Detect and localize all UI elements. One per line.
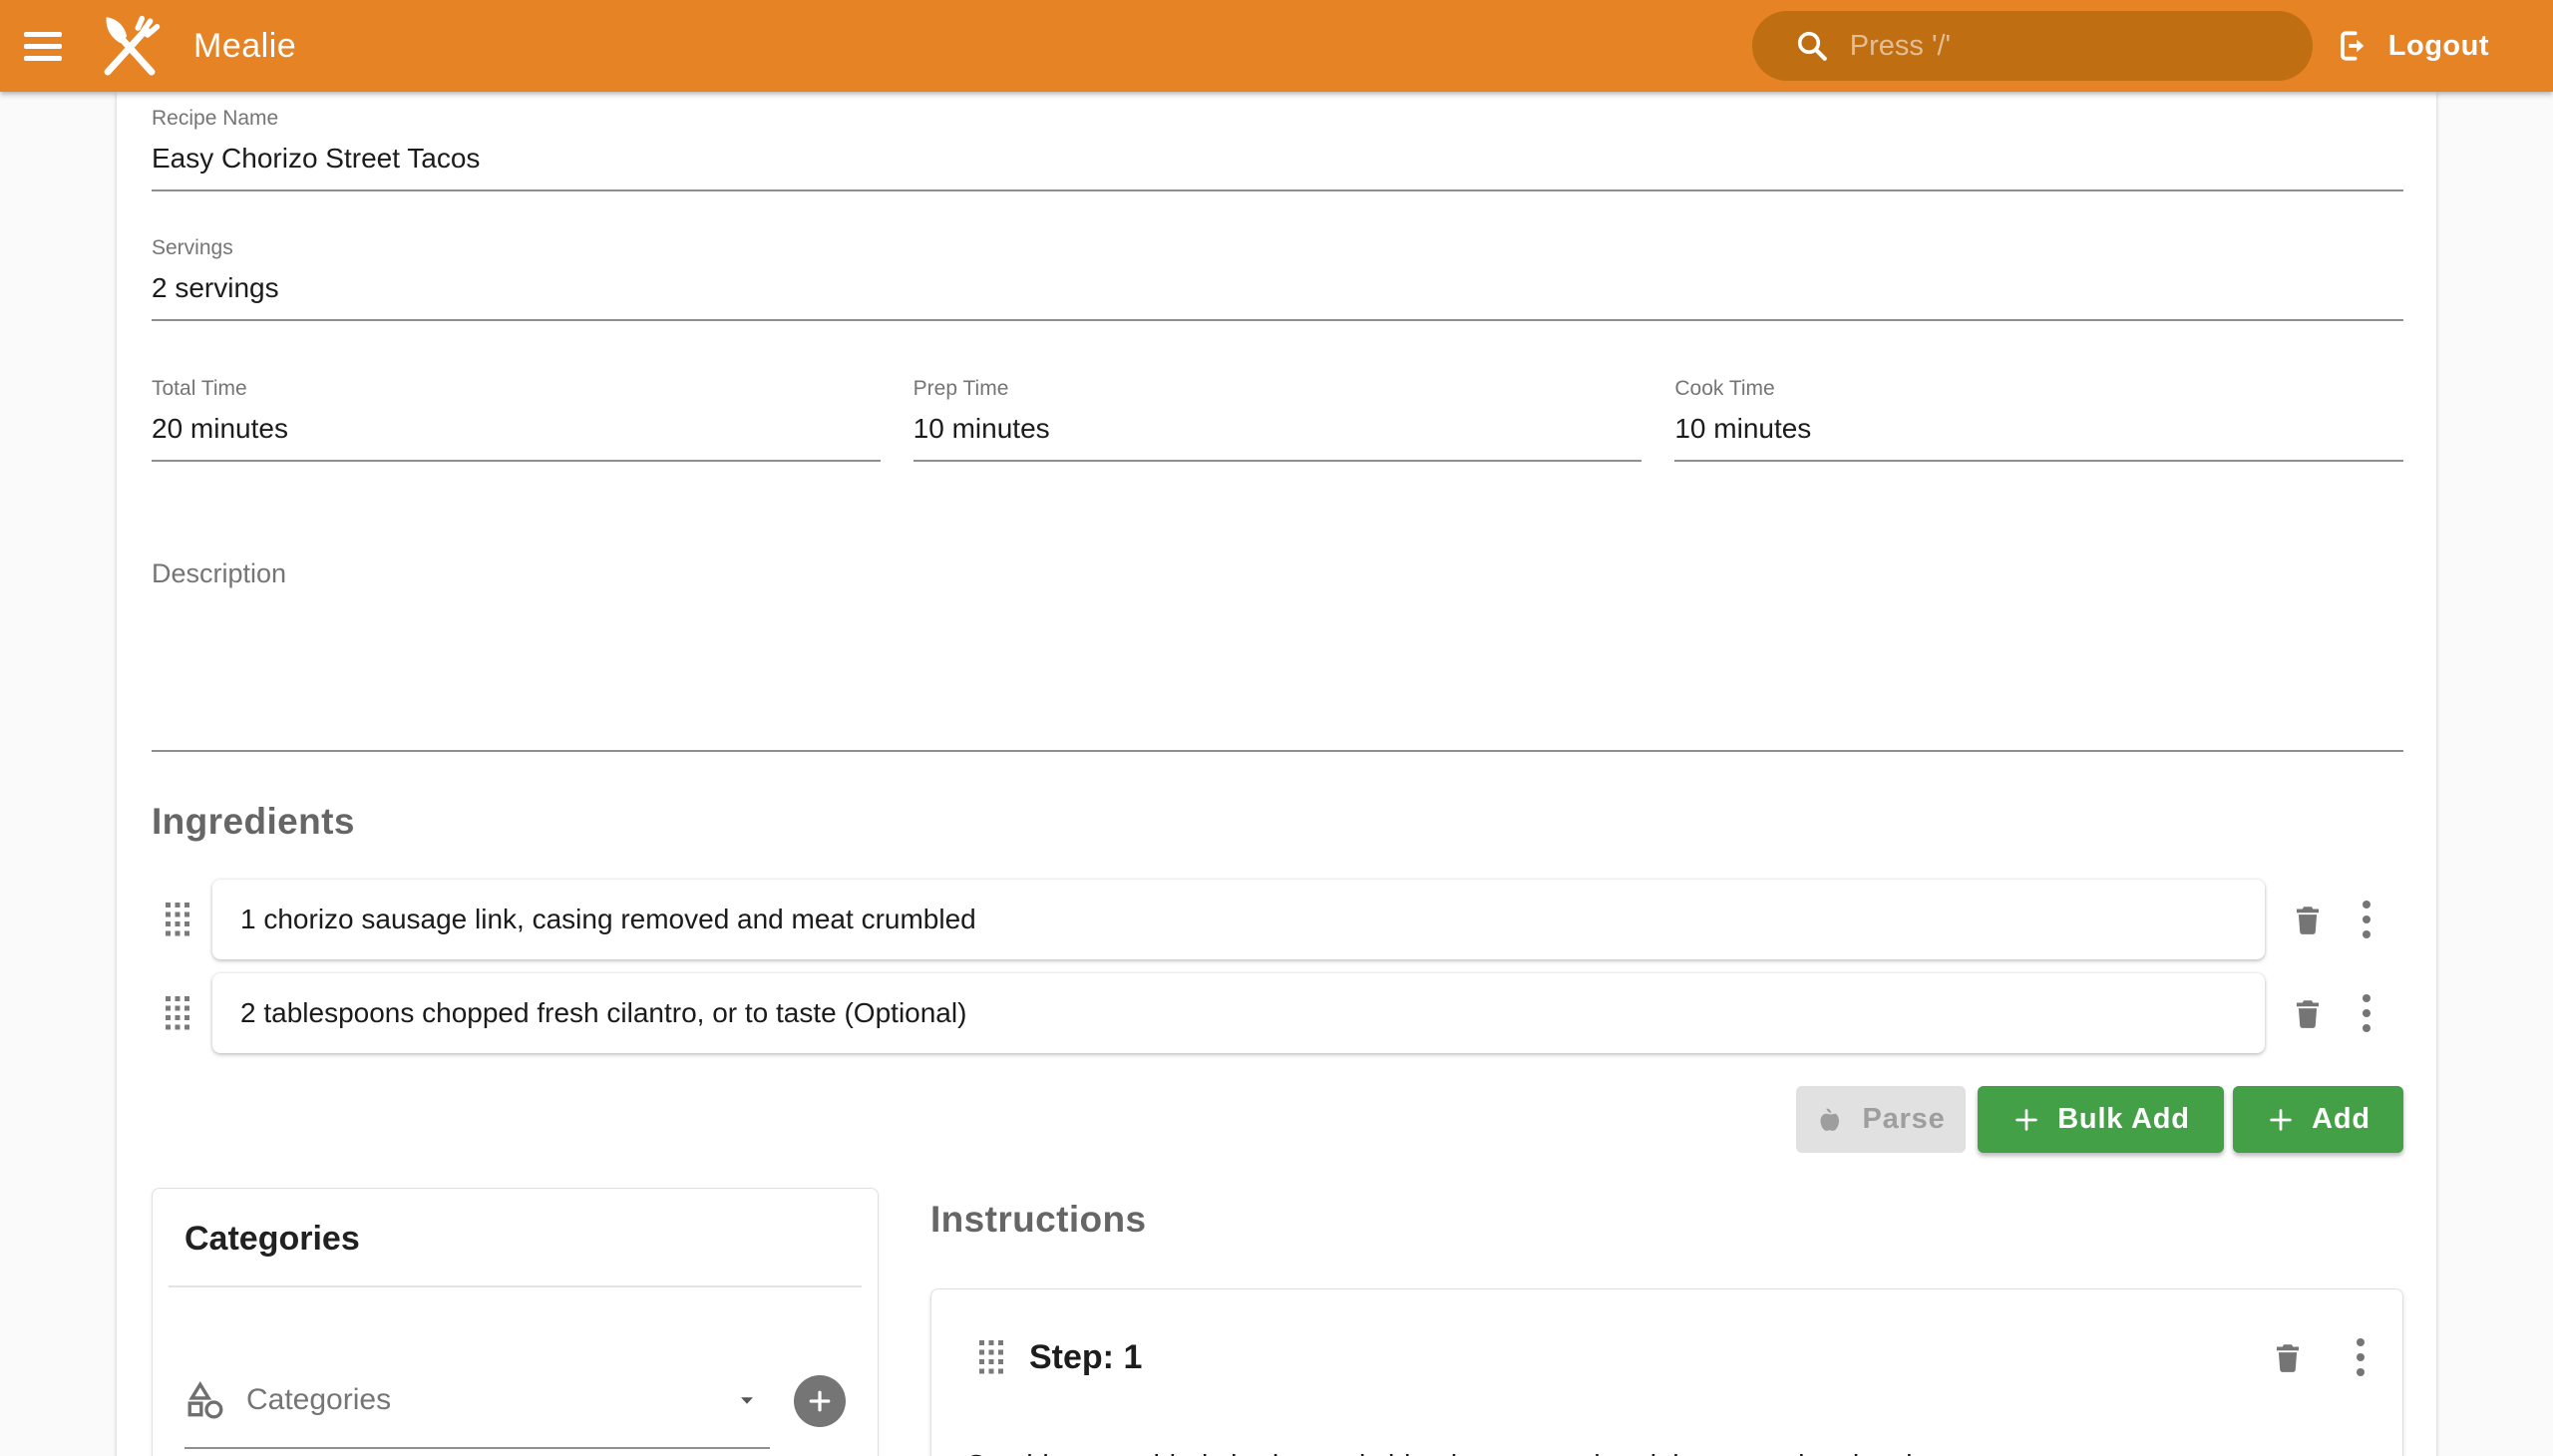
description-field: Description [152, 557, 2403, 752]
logout-label: Logout [2388, 30, 2489, 63]
ingredient-card [212, 880, 2265, 959]
add-ingredient-button[interactable]: Add [2233, 1086, 2403, 1153]
description-label: Description [152, 557, 2403, 590]
prep-time-field: Prep Time [913, 376, 1642, 462]
kebab-menu-icon [2356, 1335, 2366, 1379]
ingredient-row [152, 880, 2403, 959]
divider [169, 1285, 862, 1287]
drag-dots-icon [166, 996, 189, 1030]
categories-select-row: Categories [184, 1375, 846, 1453]
trash-icon [2291, 996, 2325, 1030]
total-time-field: Total Time [152, 376, 881, 462]
search-bar[interactable] [1752, 11, 2313, 81]
total-time-label: Total Time [152, 376, 881, 402]
step-text[interactable]: Combine crumbled chorizo and chipotle pe… [965, 1445, 2372, 1456]
logout-button[interactable]: Logout [2335, 27, 2489, 65]
instructions-heading: Instructions [930, 1198, 2403, 1242]
step-menu-button[interactable] [2349, 1335, 2372, 1379]
parse-label: Parse [1862, 1103, 1945, 1136]
ingredient-card [212, 973, 2265, 1053]
add-category-button[interactable] [794, 1375, 846, 1427]
description-textarea[interactable] [152, 590, 2403, 740]
cook-time-label: Cook Time [1674, 376, 2403, 402]
kebab-menu-icon [2362, 991, 2371, 1035]
step-title: Step: 1 [1029, 1338, 1142, 1377]
ingredient-menu-button[interactable] [2355, 898, 2378, 941]
delete-ingredient-button[interactable] [2291, 991, 2325, 1035]
ingredient-row [152, 973, 2403, 1053]
servings-input[interactable] [152, 267, 2403, 309]
drag-handle[interactable] [166, 903, 189, 936]
cook-time-input[interactable] [1674, 408, 2403, 450]
kebab-menu-icon [2362, 898, 2371, 941]
app-title: Mealie [193, 27, 296, 66]
mealie-logo [94, 10, 166, 82]
trash-icon [2271, 1340, 2305, 1374]
search-input[interactable] [1850, 30, 2289, 63]
prep-time-input[interactable] [913, 408, 1642, 450]
plus-icon [2011, 1105, 2041, 1135]
delete-ingredient-button[interactable] [2291, 898, 2325, 941]
prep-time-label: Prep Time [913, 376, 1642, 402]
shapes-category-icon [184, 1379, 226, 1421]
crossed-silverware-icon [97, 13, 163, 79]
categories-select-label: Categories [246, 1383, 391, 1417]
total-time-input[interactable] [152, 408, 881, 450]
categories-card: Categories Categories [152, 1188, 879, 1456]
parse-button[interactable]: Parse [1796, 1086, 1966, 1153]
delete-step-button[interactable] [2271, 1335, 2305, 1379]
plus-icon [2266, 1105, 2296, 1135]
categories-card-title: Categories [184, 1219, 846, 1259]
drag-handle[interactable] [166, 996, 189, 1030]
chevron-down-icon [734, 1387, 760, 1413]
ingredients-heading: Ingredients [152, 800, 2403, 844]
logout-icon [2335, 27, 2372, 65]
times-row: Total Time Prep Time Cook Time [152, 376, 2403, 462]
drag-dots-icon [979, 1340, 1003, 1374]
ingredients-actions: Parse Bulk Add Add [152, 1086, 2403, 1153]
servings-label: Servings [152, 235, 2403, 261]
hamburger-menu-button[interactable] [24, 22, 72, 70]
step-card: Step: 1 Combine crumbled chorizo and chi… [930, 1288, 2403, 1456]
recipe-name-input[interactable] [152, 138, 2403, 180]
instructions-column: Instructions Step: 1 [930, 1188, 2403, 1456]
recipe-editor-sheet: Recipe Name Servings Total Time Prep Tim… [117, 92, 2436, 1456]
trash-icon [2291, 903, 2325, 936]
apple-icon [1816, 1105, 1846, 1135]
ingredient-input[interactable] [240, 904, 2237, 935]
add-label: Add [2312, 1103, 2371, 1136]
hamburger-icon [24, 32, 62, 37]
search-icon [1794, 28, 1830, 64]
step-header: Step: 1 [965, 1335, 2372, 1379]
ingredient-input[interactable] [240, 997, 2237, 1029]
drag-handle[interactable] [979, 1340, 1003, 1374]
ingredient-menu-button[interactable] [2355, 991, 2378, 1035]
cook-time-field: Cook Time [1674, 376, 2403, 462]
bulk-add-label: Bulk Add [2057, 1103, 2190, 1136]
plus-icon [805, 1386, 835, 1416]
bulk-add-button[interactable]: Bulk Add [1978, 1086, 2224, 1153]
recipe-name-label: Recipe Name [152, 106, 2403, 132]
servings-field: Servings [152, 235, 2403, 321]
drag-dots-icon [166, 903, 189, 936]
app-bar: Mealie Logout [0, 0, 2553, 92]
lower-columns: Categories Categories [152, 1188, 2403, 1456]
recipe-name-field: Recipe Name [152, 98, 2403, 191]
categories-select[interactable]: Categories [184, 1379, 770, 1449]
